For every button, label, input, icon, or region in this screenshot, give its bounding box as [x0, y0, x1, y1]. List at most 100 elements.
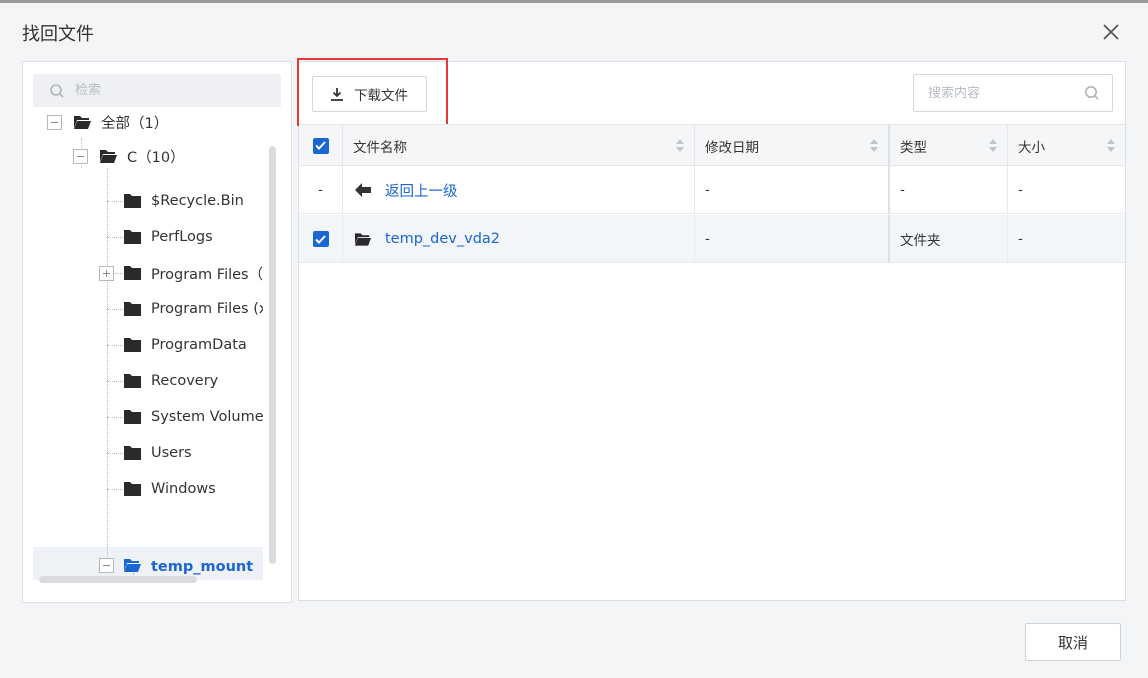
folder-icon — [124, 374, 141, 388]
column-header-label: 文件名称 — [353, 139, 407, 156]
tree-connector — [107, 201, 123, 202]
column-header-size[interactable]: 大小 — [1008, 125, 1125, 166]
content-search-input[interactable] — [928, 85, 1078, 101]
vertical-scrollbar[interactable] — [269, 146, 276, 564]
download-button[interactable]: 下载文件 — [312, 76, 427, 112]
table-row[interactable]: temp_dev_vda2 - 文件夹 - — [299, 215, 1125, 263]
folder-icon — [124, 230, 141, 244]
tree-node-system-volume[interactable]: System Volume — [124, 399, 263, 435]
tree-connector — [107, 237, 123, 238]
row-checkbox[interactable] — [312, 231, 329, 247]
column-header-label: 大小 — [1018, 139, 1045, 156]
folder-link[interactable]: temp_dev_vda2 — [343, 215, 695, 263]
download-button-label: 下载文件 — [354, 88, 408, 104]
dialog-title: 找回文件 — [22, 24, 94, 45]
tree-node-label: Recovery — [151, 373, 219, 389]
column-header-name[interactable]: 文件名称 — [343, 125, 695, 166]
tree-node-label: PerfLogs — [151, 229, 213, 245]
tree-connector — [107, 345, 123, 346]
tree-node-label: Program Files（1 — [151, 266, 263, 283]
folder-icon — [124, 302, 141, 316]
checkmark-icon — [315, 141, 326, 150]
table-header: 文件名称 修改日期 类型 大小 — [299, 124, 1125, 166]
tree-node-users[interactable]: Users — [124, 435, 192, 471]
table-row[interactable]: - 返回上一级 - - - — [299, 166, 1125, 214]
folder-icon — [124, 266, 141, 280]
tree-node-label: $Recycle.Bin — [151, 193, 244, 209]
column-header-label: 修改日期 — [705, 139, 759, 156]
row-name: 返回上一级 — [385, 183, 458, 200]
collapse-toggle[interactable] — [47, 114, 62, 130]
tree-connector — [107, 381, 123, 382]
folder-icon — [124, 194, 141, 208]
folder-icon — [124, 410, 141, 424]
expand-toggle[interactable] — [99, 266, 114, 281]
tree-connector — [107, 309, 123, 310]
sort-icon[interactable] — [676, 139, 684, 152]
collapse-toggle[interactable] — [73, 148, 88, 164]
tree-connector — [107, 168, 108, 563]
folder-open-icon — [100, 150, 117, 163]
row-type: - — [890, 166, 1008, 214]
tree-node-c-drive[interactable]: C（10） — [73, 138, 185, 174]
sort-icon[interactable] — [1107, 139, 1115, 152]
tree-node-label: Program Files (x — [151, 301, 263, 317]
folder-tree-panel: 全部（1） C（10） $Recycle.Bin PerfLogs Progra… — [22, 61, 292, 603]
row-check-cell: - — [299, 166, 343, 214]
back-to-parent-link[interactable]: 返回上一级 — [343, 166, 695, 214]
tree-connector — [115, 273, 123, 274]
row-size: - — [1018, 231, 1023, 247]
tree-search-input[interactable] — [75, 83, 255, 98]
folder-open-icon — [124, 559, 141, 572]
file-list-panel: 下载文件 文件名称 修改日期 类型 — [297, 58, 1126, 601]
tree-node-label: 全部（1） — [101, 115, 169, 132]
row-name: temp_dev_vda2 — [385, 231, 501, 247]
cancel-button[interactable]: 取消 — [1025, 623, 1121, 661]
collapse-toggle[interactable] — [99, 558, 114, 573]
tree-node-program-files-x86[interactable]: Program Files (x — [124, 291, 263, 327]
tree-connector — [107, 453, 123, 454]
arrow-left-icon — [355, 183, 371, 197]
row-date: - — [695, 215, 890, 263]
sort-icon[interactable] — [989, 139, 997, 152]
tree-node-label: ProgramData — [151, 337, 247, 353]
tree-node-programdata[interactable]: ProgramData — [124, 327, 247, 363]
row-type: 文件夹 — [890, 215, 1008, 263]
row-size: - — [1018, 182, 1023, 198]
folder-icon — [124, 338, 141, 352]
tree-node-perflogs[interactable]: PerfLogs — [124, 219, 213, 255]
tree-node-label: System Volume — [151, 409, 263, 425]
top-border — [0, 0, 1148, 3]
row-date: - — [695, 166, 890, 214]
select-all-cell — [299, 125, 343, 166]
tree-connector — [107, 417, 123, 418]
row-check-cell — [299, 215, 343, 263]
column-header-label: 类型 — [900, 139, 927, 156]
content-search-box[interactable] — [913, 74, 1113, 112]
folder-icon — [124, 446, 141, 460]
column-header-type[interactable]: 类型 — [890, 125, 1008, 166]
tree-connector — [107, 489, 123, 490]
sort-icon[interactable] — [870, 139, 878, 152]
tree-node-recycle-bin[interactable]: $Recycle.Bin — [124, 183, 244, 219]
folder-icon — [124, 482, 141, 496]
folder-open-icon — [355, 233, 371, 246]
tree-node-windows[interactable]: Windows — [124, 471, 216, 507]
folder-open-icon — [74, 116, 91, 129]
tree-node-label: temp_mount（1 — [151, 558, 263, 575]
column-header-date[interactable]: 修改日期 — [695, 125, 890, 166]
tree-search-box[interactable] — [33, 74, 281, 107]
checkmark-icon — [315, 234, 326, 244]
tree-node-recovery[interactable]: Recovery — [124, 363, 218, 399]
search-icon[interactable] — [1084, 85, 1100, 101]
folder-tree: 全部（1） C（10） $Recycle.Bin PerfLogs Progra… — [23, 110, 263, 580]
tree-node-root[interactable]: 全部（1） — [47, 110, 168, 140]
download-icon — [331, 87, 343, 101]
close-icon[interactable] — [1100, 21, 1122, 43]
search-icon — [50, 83, 64, 98]
horizontal-scrollbar[interactable] — [39, 576, 197, 583]
select-all-checkbox[interactable] — [312, 137, 329, 154]
tree-node-label: C（10） — [127, 149, 185, 166]
tree-node-program-files[interactable]: Program Files（1 — [124, 255, 263, 291]
tree-node-label: Windows — [151, 481, 216, 497]
